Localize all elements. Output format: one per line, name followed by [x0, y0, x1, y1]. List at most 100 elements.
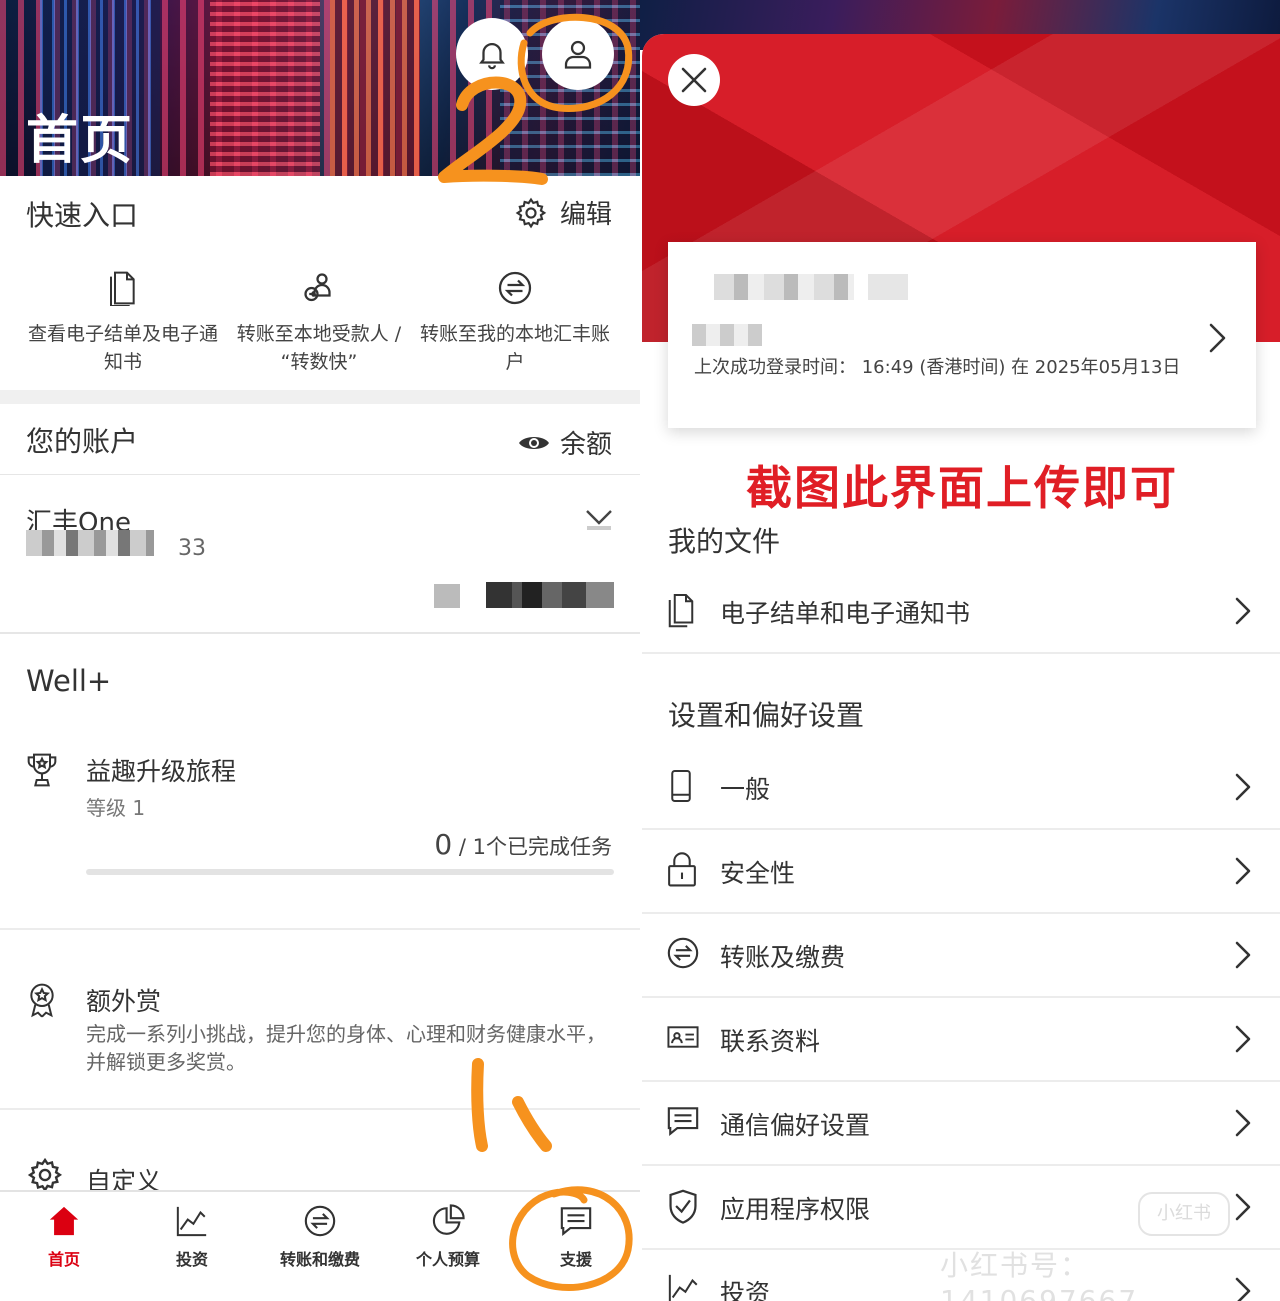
gear-icon: [515, 197, 547, 228]
quick-item-label: 转账至我的本地汇丰账户: [420, 323, 611, 373]
quick-item-estatements[interactable]: 查看电子结单及电子通知书: [28, 270, 218, 376]
progress-current: 0: [434, 828, 453, 861]
my-documents-title: 我的文件: [668, 525, 781, 558]
accounts-section: 您的账户 余额 汇丰One 33: [0, 404, 640, 634]
tab-label: 首页: [47, 1250, 80, 1269]
balance-label: 余额: [559, 430, 612, 460]
transfer-icon: [498, 271, 532, 305]
payee-icon: [304, 273, 331, 302]
chevron-right-icon: [1235, 941, 1251, 969]
accounts-title: 您的账户: [26, 425, 139, 458]
gear-icon: [27, 1157, 63, 1193]
menu-item-contact-details[interactable]: 联系资料: [642, 998, 1280, 1082]
menu-item-transfers[interactable]: 转账及缴费: [642, 914, 1280, 998]
message-icon: [667, 1107, 699, 1136]
edit-label: 编辑: [559, 200, 612, 230]
quick-access-section: 快速入口 编辑 查看电子结单及电子通知书 转账至本地受款人 / “转数快” 转账…: [0, 176, 640, 390]
journey-level: 等级 1: [86, 796, 146, 820]
chevron-right-icon: [1235, 597, 1251, 625]
journey-title[interactable]: 益趣升级旅程: [86, 752, 236, 788]
profile-sheet-screen: 上次成功登录时间： 16:49 (香港时间) 在 2025年05月13日 截图此…: [640, 0, 1280, 1301]
document-icon: [668, 594, 694, 628]
menu-item-label: 联系资料: [720, 1027, 821, 1056]
phone-icon: [671, 770, 691, 802]
lock-icon: [668, 852, 696, 887]
tab-invest[interactable]: 投资: [128, 1204, 256, 1270]
menu-item-general[interactable]: 一般: [642, 746, 1280, 830]
progress-suffix: / 1个已完成任务: [452, 835, 612, 859]
quick-item-transfer-payee[interactable]: 转账至本地受款人 / “转数快”: [224, 270, 414, 376]
eye-icon: [518, 436, 549, 449]
hero-banner: 首页: [0, 0, 640, 176]
toggle-balance-button[interactable]: 余额: [518, 424, 612, 461]
award-icon: [30, 983, 54, 1018]
wellplus-title: Well+: [26, 664, 112, 698]
bonus-title[interactable]: 额外赏: [86, 982, 161, 1018]
account-expand-button[interactable]: [584, 506, 614, 536]
home-icon: [49, 1206, 79, 1236]
section-divider: [0, 390, 640, 404]
edit-quick-access-button[interactable]: 编辑: [514, 194, 612, 231]
trophy-icon: [27, 753, 57, 787]
masked-account-number: [26, 530, 154, 556]
journey-progress-text: 0 / 1个已完成任务: [434, 828, 612, 861]
menu-item-label: 通信偏好设置: [720, 1111, 871, 1140]
settings-title: 设置和偏好设置: [668, 699, 865, 732]
notifications-button[interactable]: [456, 18, 528, 90]
chart-line-icon: [668, 1274, 698, 1301]
document-icon: [110, 271, 135, 306]
tab-label: 投资: [175, 1250, 208, 1269]
chart-line-icon: [176, 1206, 207, 1237]
bell-icon: [479, 43, 505, 70]
masked-user-name: [714, 274, 854, 300]
quick-item-label: 查看电子结单及电子通知书: [28, 323, 219, 373]
tab-support[interactable]: 支援: [512, 1204, 640, 1270]
close-icon: [681, 67, 707, 93]
home-screen: 首页 快速入口 编辑 查看电子结单及电子通知书 转账至本地受款人 / “转数快”…: [0, 0, 640, 1301]
last-login-info: 上次成功登录时间： 16:49 (香港时间) 在 2025年05月13日: [694, 357, 1181, 378]
quick-access-title: 快速入口: [26, 199, 139, 232]
menu-item-security[interactable]: 安全性: [642, 830, 1280, 914]
contact-card-icon: [667, 1026, 699, 1048]
user-icon: [564, 40, 592, 69]
tab-home[interactable]: 首页: [0, 1204, 128, 1270]
chevron-right-icon: [1235, 1193, 1251, 1221]
watermark-logo: 小红书: [1138, 1192, 1230, 1236]
chevron-right-icon: [1235, 1025, 1251, 1053]
tab-transfers[interactable]: 转账和缴费: [256, 1204, 384, 1270]
quick-item-label: 转账至本地受款人 / “转数快”: [236, 323, 402, 373]
page-title: 首页: [26, 111, 135, 171]
profile-button[interactable]: [542, 18, 614, 90]
wellplus-section: Well+ 益趣升级旅程 等级 1 0 / 1个已完成任务 额外赏 完成一系列小…: [0, 636, 640, 1196]
watermark-text: 小红书号：1410697667: [940, 1249, 1139, 1301]
chevron-down-icon: [586, 510, 612, 530]
bottom-tab-bar: 首页 投资 转账和缴费 个人预算 支援: [0, 1190, 640, 1301]
menu-item-estatements[interactable]: 电子结单和电子通知书: [642, 570, 1280, 654]
user-profile-card[interactable]: 上次成功登录时间： 16:49 (香港时间) 在 2025年05月13日: [668, 242, 1256, 428]
transfer-icon: [304, 1205, 336, 1237]
menu-item-label: 电子结单和电子通知书: [720, 599, 971, 628]
profile-sheet: 上次成功登录时间： 16:49 (香港时间) 在 2025年05月13日 截图此…: [642, 34, 1280, 1301]
masked-currency: [434, 584, 460, 608]
menu-item-label: 投资: [720, 1279, 771, 1301]
chevron-right-icon: [1235, 773, 1251, 801]
menu-item-communication-preferences[interactable]: 通信偏好设置: [642, 1082, 1280, 1166]
message-icon: [560, 1207, 592, 1236]
quick-item-transfer-own[interactable]: 转账至我的本地汇丰账户: [420, 270, 610, 376]
close-button[interactable]: [668, 54, 720, 106]
shield-check-icon: [669, 1189, 697, 1224]
tab-budget[interactable]: 个人预算: [384, 1204, 512, 1270]
chevron-right-icon: [1235, 1109, 1251, 1137]
account-number-suffix: 33: [178, 536, 206, 561]
menu-item-label: 安全性: [720, 859, 796, 888]
tab-label: 支援: [559, 1250, 592, 1269]
masked-balance: [486, 582, 614, 608]
bonus-description: 完成一系列小挑战，提升您的身体、心理和财务健康水平，并解锁更多奖赏。: [86, 1022, 606, 1074]
tab-label: 个人预算: [415, 1250, 480, 1269]
menu-item-label: 转账及缴费: [720, 943, 846, 972]
masked-user-name-extra: [868, 274, 908, 300]
menu-item-label: 应用程序权限: [720, 1195, 871, 1224]
tab-label: 转账和缴费: [279, 1250, 360, 1269]
menu-item-label: 一般: [720, 775, 771, 804]
chevron-right-icon: [1235, 857, 1251, 885]
